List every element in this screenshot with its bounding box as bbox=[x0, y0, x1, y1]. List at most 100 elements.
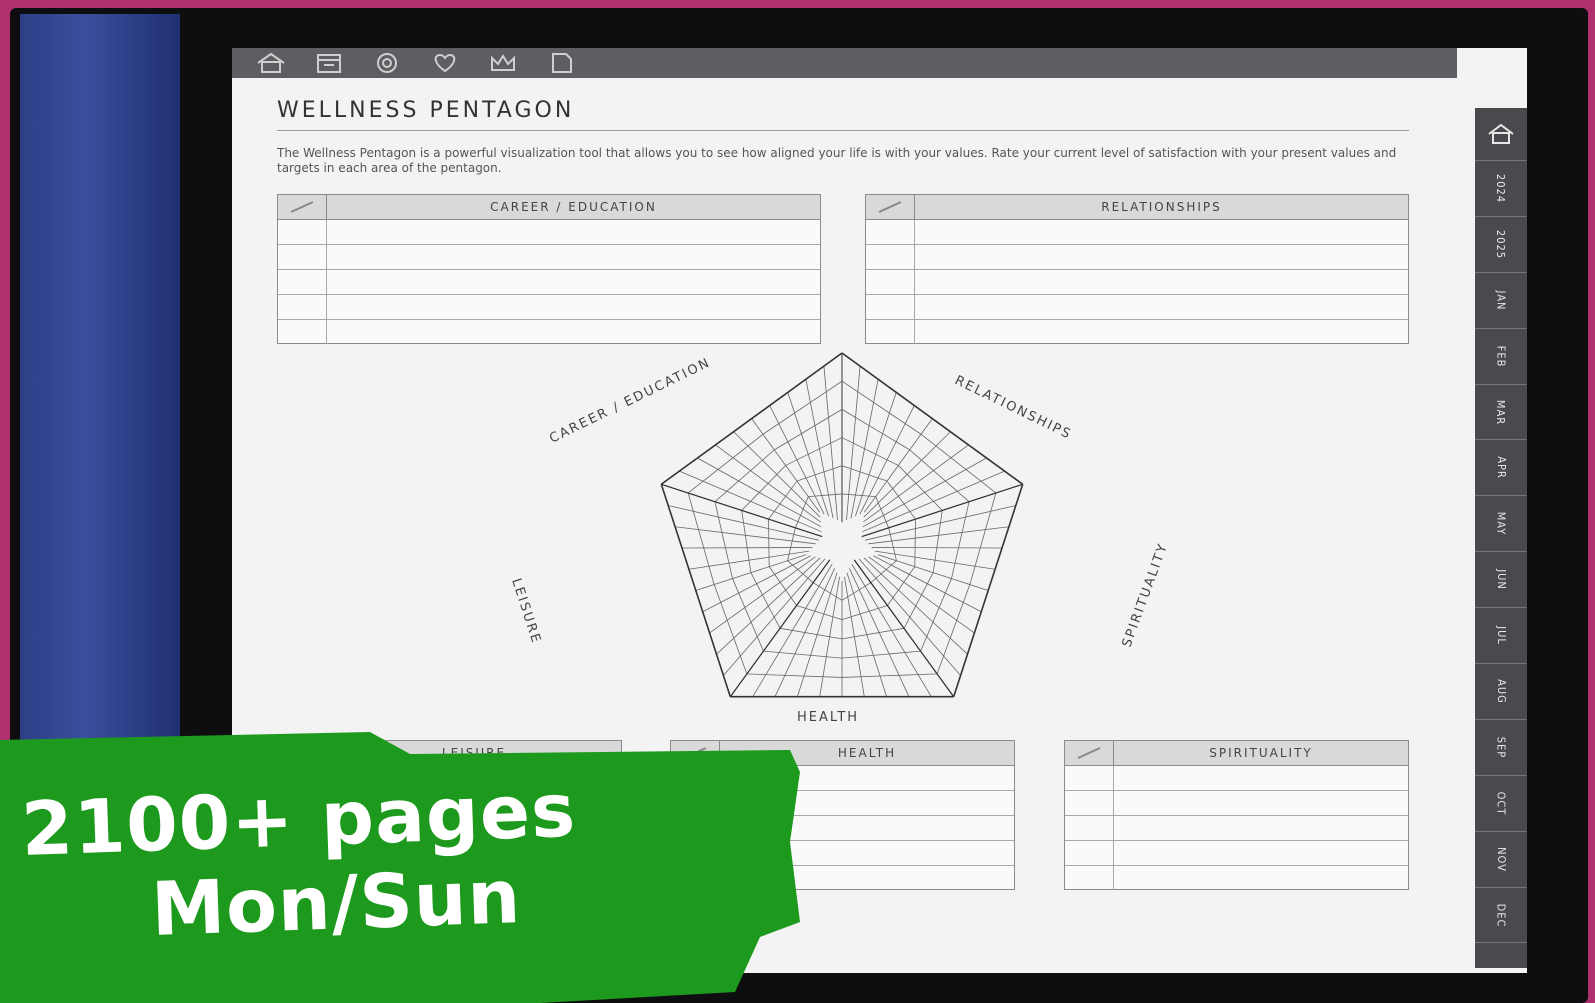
sidebar-tab-feb[interactable]: FEB bbox=[1475, 329, 1527, 385]
table-row[interactable] bbox=[866, 245, 1408, 270]
grid-line bbox=[661, 483, 823, 538]
sidebar-tab-sep[interactable]: SEP bbox=[1475, 720, 1527, 776]
crown-icon[interactable] bbox=[484, 52, 522, 74]
label-relationships: RELATIONSHIPS bbox=[952, 373, 1074, 443]
sidebar-tab-label: JAN bbox=[1494, 290, 1508, 311]
career-table: CAREER / EDUCATION bbox=[277, 194, 821, 344]
grid-line bbox=[787, 560, 814, 584]
table-row[interactable] bbox=[1065, 841, 1408, 866]
month-sidebar: 2024 2025 JAN FEB MAR APR MAY JUN JUL AUG SEP OCT NO… bbox=[1475, 108, 1527, 968]
grid-line bbox=[768, 566, 797, 606]
table-header: RELATIONSHIPS bbox=[866, 195, 1408, 220]
grid-line bbox=[714, 501, 733, 579]
sidebar-tab-dec[interactable]: DEC bbox=[1475, 888, 1527, 944]
pentagon-grid bbox=[660, 352, 1024, 698]
pencil-icon bbox=[278, 195, 327, 219]
sidebar-tab-label: MAR bbox=[1494, 399, 1508, 425]
sidebar-tab-oct[interactable]: OCT bbox=[1475, 776, 1527, 832]
grid-line bbox=[841, 493, 876, 498]
sidebar-tab-label: FEB bbox=[1494, 345, 1508, 367]
table-row[interactable] bbox=[1065, 766, 1408, 791]
page-title: WELLNESS PENTAGON bbox=[277, 98, 575, 123]
sidebar-tab-may[interactable]: MAY bbox=[1475, 496, 1527, 553]
promo-line-2: Mon/Sun bbox=[149, 854, 523, 953]
grid-line bbox=[870, 560, 897, 584]
table-row[interactable] bbox=[866, 295, 1408, 320]
label-leisure: LEISURE bbox=[508, 577, 543, 647]
sidebar-tab-jun[interactable]: JUN bbox=[1475, 552, 1527, 609]
table-row[interactable] bbox=[278, 320, 820, 344]
sidebar-tab-jan[interactable]: JAN bbox=[1475, 273, 1527, 329]
grid-line bbox=[763, 650, 843, 659]
grid-line bbox=[969, 492, 997, 585]
grid-line bbox=[687, 433, 764, 494]
grid-line bbox=[785, 437, 843, 466]
sidebar-tab-jul[interactable]: JUL bbox=[1475, 608, 1527, 665]
table-row[interactable] bbox=[278, 295, 820, 320]
table-row[interactable] bbox=[866, 220, 1408, 245]
grid-line bbox=[714, 449, 775, 503]
grid-line bbox=[812, 582, 843, 601]
table-title: SPIRITUALITY bbox=[1209, 746, 1313, 760]
sidebar-tab-label: JUL bbox=[1494, 626, 1508, 645]
sidebar-tab-aug[interactable]: AUG bbox=[1475, 664, 1527, 720]
grid-line bbox=[952, 484, 1024, 697]
grid-line bbox=[951, 501, 970, 579]
table-header: CAREER / EDUCATION bbox=[278, 195, 820, 220]
sidebar-tab-2025[interactable]: 2025 bbox=[1475, 217, 1527, 273]
pencil-icon bbox=[1065, 741, 1114, 765]
title-divider bbox=[277, 130, 1409, 131]
table-row[interactable] bbox=[278, 220, 820, 245]
spirituality-table: SPIRITUALITY bbox=[1064, 740, 1409, 890]
label-career: CAREER / EDUCATION bbox=[547, 355, 713, 446]
grid-line bbox=[762, 380, 843, 435]
grid-line bbox=[779, 627, 843, 640]
page-description: The Wellness Pentagon is a powerful visu… bbox=[277, 146, 1397, 175]
sidebar-tab-label: OCT bbox=[1494, 791, 1508, 816]
grid-line bbox=[841, 650, 921, 659]
grid-line bbox=[687, 492, 715, 585]
grid-line bbox=[768, 519, 770, 567]
grid-line bbox=[841, 352, 1024, 485]
grid-line bbox=[920, 433, 997, 494]
grid-line bbox=[774, 409, 843, 451]
grid-line bbox=[746, 673, 843, 678]
table-header: SPIRITUALITY bbox=[1065, 741, 1408, 766]
grid-line bbox=[841, 380, 922, 435]
table-row[interactable] bbox=[1065, 866, 1408, 890]
sidebar-tab-2024[interactable]: 2024 bbox=[1475, 161, 1527, 217]
home-icon[interactable] bbox=[252, 52, 290, 74]
sidebar-home-icon[interactable] bbox=[1475, 108, 1527, 161]
table-row[interactable] bbox=[1065, 791, 1408, 816]
table-row[interactable] bbox=[278, 270, 820, 295]
table-row[interactable] bbox=[866, 320, 1408, 344]
grid-line bbox=[841, 673, 938, 678]
label-health: HEALTH bbox=[797, 710, 859, 725]
grid-line bbox=[660, 484, 732, 697]
grid-line bbox=[787, 527, 796, 561]
wellness-pentagon[interactable]: CAREER / EDUCATION RELATIONSHIPS SPIRITU… bbox=[492, 348, 1192, 728]
table-row[interactable] bbox=[1065, 816, 1408, 841]
label-spirituality: SPIRITUALITY bbox=[1120, 541, 1172, 650]
grid-line bbox=[808, 493, 843, 498]
grid-line bbox=[914, 519, 916, 567]
target-icon[interactable] bbox=[368, 52, 406, 74]
grid-line bbox=[909, 449, 970, 503]
grid-line bbox=[841, 627, 905, 640]
grid-line bbox=[841, 409, 910, 451]
sidebar-tab-mar[interactable]: MAR bbox=[1475, 385, 1527, 441]
sidebar-tab-label: DEC bbox=[1494, 903, 1508, 927]
grid-line bbox=[888, 527, 897, 561]
calendar-icon[interactable] bbox=[310, 52, 348, 74]
table-row[interactable] bbox=[866, 270, 1408, 295]
note-icon[interactable] bbox=[542, 52, 580, 74]
table-title: CAREER / EDUCATION bbox=[490, 200, 657, 214]
table-row[interactable] bbox=[278, 245, 820, 270]
relationships-table: RELATIONSHIPS bbox=[865, 194, 1409, 344]
sidebar-tab-apr[interactable]: APR bbox=[1475, 440, 1527, 497]
sidebar-tab-label: JUN bbox=[1494, 569, 1508, 590]
sidebar-tab-label: APR bbox=[1494, 456, 1508, 480]
grid-line bbox=[861, 483, 1023, 538]
sidebar-tab-nov[interactable]: NOV bbox=[1475, 832, 1527, 888]
heart-icon[interactable] bbox=[426, 52, 464, 74]
